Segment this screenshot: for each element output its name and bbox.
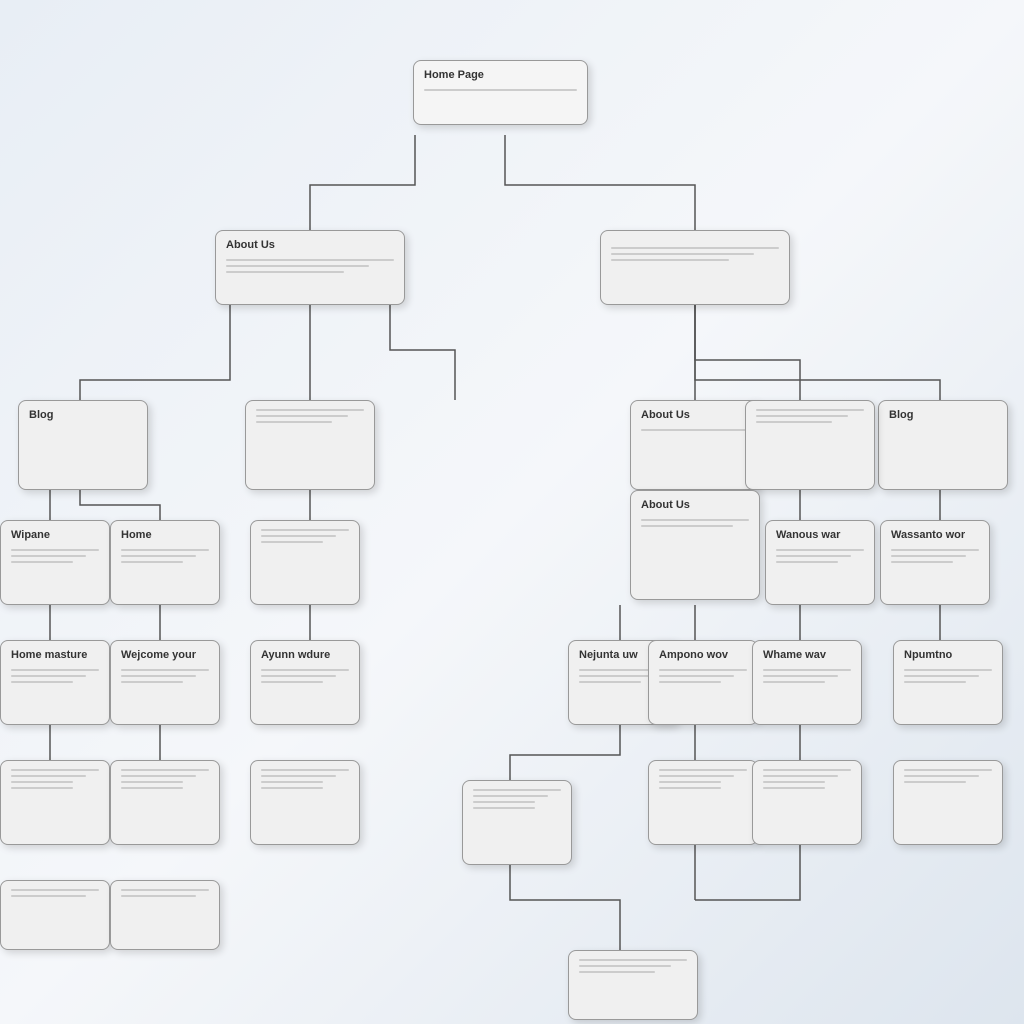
node-bottom-r2 [648,760,758,845]
node-branch-right [600,230,790,305]
node-wanous-title: Wanous war [776,529,864,541]
node-home-page-line [424,89,577,91]
node-npumtno-title: Npumtno [904,649,992,661]
node-ayunn-title: Ayunn wdure [261,649,349,661]
node-about-line2 [226,265,369,267]
node-footer-center [568,950,698,1020]
node-bottom-r3 [752,760,862,845]
node-wassanto: Wassanto wor [880,520,990,605]
node-bottom-l3 [250,760,360,845]
node-wipane-title: Wipane [11,529,99,541]
node-branch-line3 [611,259,729,261]
node-blog-left: Blog [18,400,148,490]
node-wassanto-title: Wassanto wor [891,529,979,541]
node-whame: Whame wav [752,640,862,725]
node-home-page-title: Home Page [424,69,577,81]
node-ampono: Ampono wov [648,640,758,725]
node-wejcome: Wejcome your [110,640,220,725]
node-bottom-l2 [110,760,220,845]
node-about-us-right-title: About Us [641,409,749,421]
node-about-right-l3: About Us [630,490,760,600]
node-about-right-l3-title: About Us [641,499,749,511]
node-about-line1 [226,259,394,261]
node-about-line3 [226,271,344,273]
node-npumtno: Npumtno [893,640,1003,725]
node-right-mid [745,400,875,490]
node-home2: Home [110,520,220,605]
node-wejcome-title: Wejcome your [121,649,209,661]
node-bottom-r4 [893,760,1003,845]
node-branch-line2 [611,253,754,255]
node-wanous: Wanous war [765,520,875,605]
node-wipane: Wipane [0,520,110,605]
node-home2-title: Home [121,529,209,541]
node-home-page: Home Page [413,60,588,125]
node-branch-line1 [611,247,779,249]
node-ayunn: Ayunn wdure [250,640,360,725]
node-about-us-left-title: About Us [226,239,394,251]
node-bottom-r1 [462,780,572,865]
node-center-l3 [250,520,360,605]
node-ampono-title: Ampono wov [659,649,747,661]
node-vbottom-l1 [0,880,110,950]
node-home-masture: Home masture [0,640,110,725]
node-about-us-right: About Us [630,400,760,490]
node-about-us-left: About Us [215,230,405,305]
node-whame-title: Whame wav [763,649,851,661]
site-map-diagram: Home Page About Us Blog Blog About Us [0,0,1024,1024]
node-blog-right-title: Blog [889,409,997,421]
node-bottom-l1 [0,760,110,845]
node-blog-right: Blog [878,400,1008,490]
node-blog-left-title: Blog [29,409,137,421]
node-home-masture-title: Home masture [11,649,99,661]
node-center-placeholder [245,400,375,490]
node-vbottom-l2 [110,880,220,950]
